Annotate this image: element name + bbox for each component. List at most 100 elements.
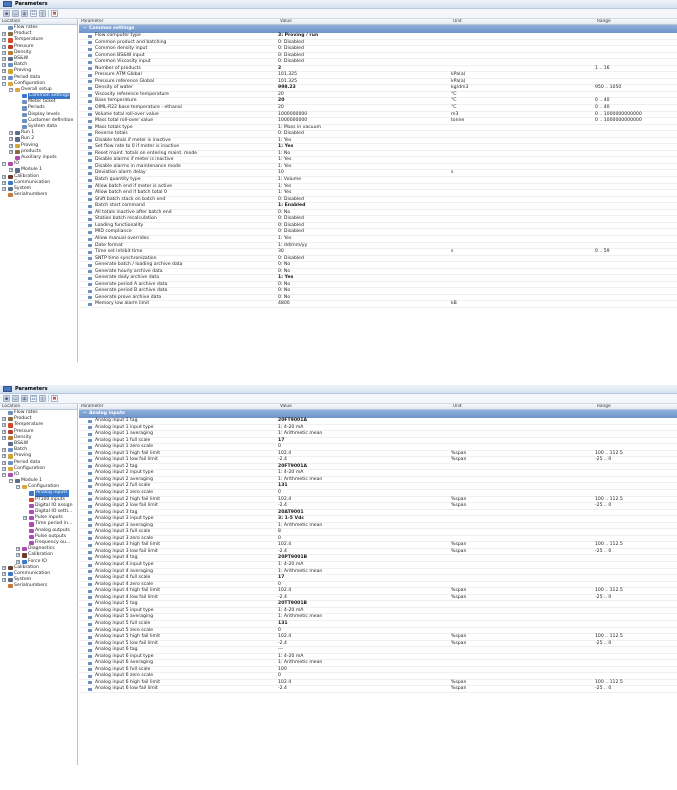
- table-icon[interactable]: ▥: [39, 395, 46, 402]
- section-header[interactable]: Analog inputs: [79, 410, 677, 418]
- table-row[interactable]: Memory low alarm limit 4800 kB: [79, 301, 677, 308]
- density-icon: [8, 435, 13, 440]
- save-icon[interactable]: ▣: [3, 10, 10, 17]
- parameter-icon: [88, 296, 92, 300]
- table-row[interactable]: Analog input 6 low fail limit -2.4 %span -2…: [79, 686, 677, 693]
- column-value[interactable]: Value: [278, 19, 292, 25]
- calibration-icon: [22, 553, 27, 558]
- section-header[interactable]: Common settings: [79, 25, 677, 33]
- expand-icon[interactable]: +: [2, 38, 6, 43]
- expand-icon[interactable]: +: [2, 571, 6, 576]
- tree-node[interactable]: Serialnumbers: [0, 583, 77, 589]
- diagnostics-icon: [22, 547, 27, 552]
- expand-icon[interactable]: +: [9, 168, 13, 173]
- expand-icon[interactable]: +: [2, 435, 6, 440]
- expand-icon[interactable]: +: [2, 174, 6, 179]
- collapse-icon[interactable]: −: [16, 485, 20, 490]
- collapse-icon[interactable]: −: [2, 81, 6, 86]
- parameter-grid[interactable]: Parameter Value Unit Range Analog inputs…: [79, 404, 677, 765]
- expand-icon[interactable]: +: [2, 454, 6, 459]
- column-range[interactable]: Range: [595, 19, 611, 25]
- open-icon[interactable]: ▤: [12, 10, 19, 17]
- parameter-icon: [88, 419, 92, 423]
- expand-icon[interactable]: +: [2, 50, 6, 55]
- save-icon[interactable]: ▣: [3, 395, 10, 402]
- tree-node-label: Serialnumbers: [14, 192, 48, 198]
- expand-icon[interactable]: +: [16, 547, 20, 552]
- period-icon: [8, 460, 13, 465]
- expand-icon[interactable]: +: [2, 578, 6, 583]
- trophy-icon: [8, 454, 13, 459]
- parameter-range: -25 .. 0: [595, 686, 612, 692]
- parameter-icon: [88, 47, 92, 51]
- diagram-icon[interactable]: ☷: [30, 395, 37, 402]
- expand-icon[interactable]: +: [2, 460, 6, 465]
- table-icon[interactable]: ▥: [39, 10, 46, 17]
- expand-icon[interactable]: +: [2, 423, 6, 428]
- parameter-icon: [88, 674, 92, 678]
- parameter-icon: [88, 224, 92, 228]
- expand-icon[interactable]: +: [2, 32, 6, 37]
- module-icon: [15, 479, 20, 484]
- location-tree[interactable]: Location Flow rates + Product + Temperature +…: [0, 404, 78, 765]
- parameter-value[interactable]: -2.4: [278, 686, 287, 693]
- collapse-icon[interactable]: −: [2, 472, 6, 477]
- parameter-icon: [88, 80, 92, 84]
- tree-node[interactable]: Serialnumbers: [0, 192, 77, 198]
- expand-icon[interactable]: +: [16, 553, 20, 558]
- network-icon: [8, 180, 13, 185]
- parameter-icon: [88, 100, 92, 104]
- expand-icon[interactable]: +: [2, 417, 6, 422]
- parameter-icon: [88, 648, 92, 652]
- expand-icon[interactable]: +: [23, 516, 27, 521]
- pulse-icon: [29, 516, 34, 521]
- parameter-value[interactable]: 4800: [278, 301, 290, 308]
- parameter-icon: [88, 602, 92, 606]
- parameter-icon: [88, 231, 92, 234]
- expand-icon[interactable]: +: [2, 448, 6, 453]
- batch-icon: [8, 63, 13, 68]
- column-range[interactable]: Range: [595, 404, 611, 410]
- parameter-icon: [88, 86, 92, 90]
- expand-icon[interactable]: +: [2, 44, 6, 49]
- force-icon: [22, 559, 27, 564]
- expand-icon[interactable]: +: [2, 75, 6, 80]
- column-parameter[interactable]: Parameter: [79, 19, 103, 25]
- print-icon[interactable]: ▦: [21, 10, 28, 17]
- location-tree[interactable]: Location Flow rates + Product + Temperature +…: [0, 19, 78, 362]
- tree-node-label: Serialnumbers: [14, 583, 48, 589]
- expand-icon[interactable]: +: [2, 56, 6, 61]
- column-unit[interactable]: Unit: [451, 19, 462, 25]
- close-icon[interactable]: ✖: [51, 10, 58, 17]
- expand-icon[interactable]: +: [2, 180, 6, 185]
- parameter-icon: [88, 139, 92, 143]
- expand-icon[interactable]: +: [16, 559, 20, 564]
- collapse-icon[interactable]: −: [9, 479, 13, 484]
- diagram-icon[interactable]: ☷: [30, 10, 37, 17]
- expand-icon[interactable]: +: [9, 149, 13, 154]
- close-icon[interactable]: ✖: [51, 395, 58, 402]
- parameter-unit: kB: [451, 301, 457, 307]
- parameter-icon: [88, 688, 92, 692]
- expand-icon[interactable]: +: [9, 131, 13, 136]
- collapse-icon[interactable]: −: [9, 87, 13, 92]
- expand-icon[interactable]: +: [2, 63, 6, 68]
- column-parameter[interactable]: Parameter: [79, 404, 103, 410]
- expand-icon[interactable]: +: [2, 565, 6, 570]
- print-icon[interactable]: ▦: [21, 395, 28, 402]
- expand-icon[interactable]: +: [9, 143, 13, 148]
- expand-icon[interactable]: +: [9, 137, 13, 142]
- parameter-icon: [88, 445, 92, 449]
- folder-icon: [8, 466, 13, 471]
- parameter-icon: [88, 204, 92, 208]
- collapse-icon[interactable]: −: [2, 162, 6, 167]
- expand-icon[interactable]: +: [2, 466, 6, 471]
- open-icon[interactable]: ▤: [12, 395, 19, 402]
- expand-icon[interactable]: +: [2, 69, 6, 74]
- parameter-icon: [88, 178, 92, 182]
- column-unit[interactable]: Unit: [451, 404, 462, 410]
- parameter-grid[interactable]: Parameter Value Unit Range Common settin…: [79, 19, 677, 362]
- expand-icon[interactable]: +: [2, 429, 6, 434]
- expand-icon[interactable]: +: [2, 186, 6, 191]
- column-value[interactable]: Value: [278, 404, 292, 410]
